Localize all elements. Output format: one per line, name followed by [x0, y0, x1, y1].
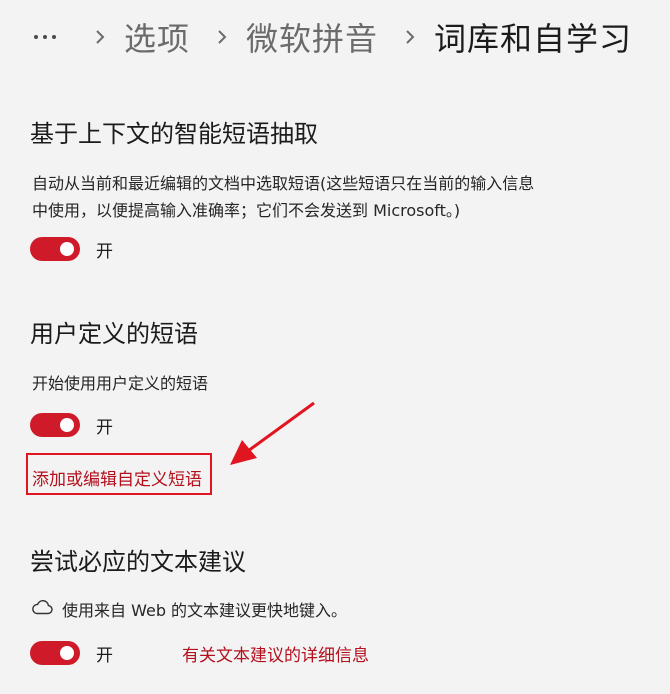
- breadcrumb: 选项 微软拼音 词库和自学习: [34, 12, 632, 62]
- breadcrumb-item-options[interactable]: 选项: [124, 14, 190, 60]
- toggle-knob: [60, 646, 74, 660]
- toggle-knob: [60, 242, 74, 256]
- toggle-row-user-phrases: 开: [30, 412, 113, 438]
- chevron-right-icon: [90, 22, 110, 52]
- toggle-knob: [60, 418, 74, 432]
- section-description-smart-phrase: 自动从当前和最近编辑的文档中选取短语(这些短语只在当前的输入信息 中使用，以便提…: [32, 170, 534, 224]
- section-title-smart-phrase: 基于上下文的智能短语抽取: [30, 120, 318, 148]
- description-line: 中使用，以便提高输入准确率；它们不会发送到 Microsoft。): [32, 201, 461, 220]
- cloud-icon: [30, 598, 54, 620]
- section-description-bing-suggestions: 使用来自 Web 的文本建议更快地键入。: [62, 601, 348, 620]
- toggle-bing-suggestions[interactable]: [30, 641, 80, 665]
- toggle-row-bing-suggestions: 开: [30, 640, 113, 666]
- more-horizontal-icon[interactable]: [34, 22, 68, 52]
- section-title-bing-suggestions: 尝试必应的文本建议: [30, 548, 246, 576]
- toggle-label: 开: [96, 645, 113, 666]
- toggle-user-phrases[interactable]: [30, 413, 80, 437]
- annotation-highlight-box: [26, 453, 212, 495]
- toggle-smart-phrase[interactable]: [30, 237, 80, 261]
- description-line: 自动从当前和最近编辑的文档中选取短语(这些短语只在当前的输入信息: [32, 174, 535, 193]
- chevron-right-icon: [400, 22, 420, 52]
- section-description-user-phrases: 开始使用用户定义的短语: [32, 374, 209, 393]
- section-title-user-phrases: 用户定义的短语: [30, 320, 198, 348]
- page-title: 词库和自学习: [434, 20, 633, 58]
- toggle-row-smart-phrase: 开: [30, 236, 113, 262]
- chevron-right-icon: [212, 22, 232, 52]
- text-suggestions-details-link[interactable]: 有关文本建议的详细信息: [182, 641, 369, 666]
- toggle-label: 开: [96, 417, 113, 438]
- toggle-label: 开: [96, 241, 113, 262]
- bing-suggestion-description-row: 使用来自 Web 的文本建议更快地键入。: [30, 596, 347, 622]
- breadcrumb-item-microsoft-pinyin[interactable]: 微软拼音: [246, 14, 378, 60]
